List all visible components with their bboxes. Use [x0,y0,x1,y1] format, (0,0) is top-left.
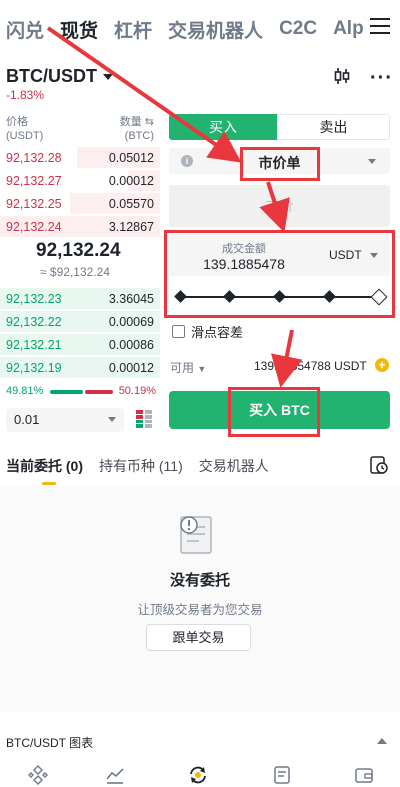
annotation-buy-button-box [228,387,320,437]
home-icon[interactable] [28,765,48,785]
slippage-checkbox[interactable] [172,325,185,338]
buy-ratio: 49.81% [6,385,44,397]
sell-tab[interactable]: 卖出 [277,114,390,140]
bid-row[interactable]: 92,132.21 0.00086 [0,333,160,356]
price-input: 市价 [169,185,390,227]
orderbook-bids: 92,132.23 3.36045 92,132.22 0.00069 92,132.2… [0,287,160,379]
ask-row[interactable]: 92,132.28 0.05012 [0,146,160,169]
ask-price: 92,132.28 [6,150,62,165]
bid-qty: 3.36045 [108,291,154,306]
ask-qty: 0.00012 [108,173,154,188]
bid-row[interactable]: 92,132.19 0.00012 [0,356,160,379]
sell-ratio-bar [85,390,113,394]
ask-qty: 3.12867 [108,219,154,234]
pair-selector[interactable]: BTC/USDT [6,66,113,87]
ask-row[interactable]: 92,132.25 0.05570 [0,192,160,215]
empty-title: 没有委托 [169,572,230,589]
chevron-down-icon [103,74,113,81]
wallet-icon[interactable] [354,765,374,785]
active-tab-indicator [42,482,56,485]
last-price-fiat: ≈ $92,132.24 [40,265,110,279]
annotation-amount-box [164,230,395,318]
bid-price: 92,132.23 [6,291,62,306]
orderbook-qty-header[interactable]: 数量 ⇆ (BTC) [110,115,154,143]
sell-ratio: 50.19% [118,385,156,397]
chevron-down-icon [108,417,116,422]
empty-orders-icon [180,516,212,554]
tick-size-select[interactable]: 0.01 [6,408,124,432]
annotation-order-type-box [240,147,320,181]
bid-row[interactable]: 92,132.22 0.00069 [0,310,160,333]
tab-c2c[interactable]: C2C [279,18,317,40]
add-funds-icon[interactable]: + [375,358,389,372]
orderbook-price-header: 价格 (USDT) [6,116,44,142]
ask-qty: 0.05012 [108,150,154,165]
bid-price: 92,132.19 [6,360,62,375]
orders-tabs: 当前委托 (0) 持有币种 (11) 交易机器人 [6,456,285,476]
pair-symbol: BTC/USDT [6,66,97,86]
more-icon[interactable]: ··· [370,67,393,90]
ask-row[interactable]: 92,132.27 0.00012 [0,169,160,192]
top-nav: 闪兑 现货 杠杆 交易机器人 C2C Alp [0,0,400,58]
slippage-toggle[interactable]: 滑点容差 [172,322,243,341]
bid-price: 92,132.22 [6,314,62,329]
orderbook-layout-icon[interactable] [136,410,152,428]
bid-qty: 0.00012 [108,360,154,375]
tab-alpha[interactable]: Alp [333,18,364,40]
last-price: 92,132.24 [36,240,121,261]
buy-ratio-bar [50,390,83,394]
bottom-nav [0,755,400,787]
ask-price: 92,132.25 [6,196,62,211]
pair-change: -1.83% [6,88,45,102]
bid-qty: 0.00086 [108,337,154,352]
empty-subtitle: 让顶级交易者为您交易 [137,603,263,617]
tab-open-orders[interactable]: 当前委托 (0) [6,456,83,476]
chevron-down-icon [368,159,376,164]
bid-row[interactable]: 92,132.23 3.36045 [0,287,160,310]
side-tabs: 买入 卖出 [169,114,390,140]
chart-toggle[interactable]: BTC/USDT 图表 [6,734,93,751]
available-balance: 139.18854788 USDT [254,359,367,373]
buy-tab[interactable]: 买入 [169,114,277,140]
bid-qty: 0.00069 [108,314,154,329]
tab-spot[interactable]: 现货 [60,16,98,43]
candlestick-chart-icon[interactable] [334,67,350,85]
bid-price: 92,132.21 [6,337,62,352]
ask-qty: 0.05570 [108,196,154,211]
orderbook-asks: 92,132.28 0.05012 92,132.27 0.00012 92,132.2… [0,146,160,238]
menu-icon[interactable] [370,18,390,36]
tab-order-bots[interactable]: 交易机器人 [199,456,269,476]
tab-holdings[interactable]: 持有币种 (11) [99,456,183,476]
futures-icon[interactable] [272,765,292,785]
ask-row[interactable]: 92,132.24 3.12867 [0,215,160,238]
ask-price: 92,132.24 [6,219,62,234]
markets-icon[interactable] [105,765,125,785]
tab-margin[interactable]: 杠杆 [114,16,152,43]
ask-price: 92,132.27 [6,173,62,188]
order-history-icon[interactable] [370,456,388,474]
trade-icon[interactable] [188,765,208,785]
copy-trading-button[interactable]: 跟单交易 [146,624,251,651]
slippage-label: 滑点容差 [191,325,244,340]
available-label[interactable]: 可用 ▼ [170,359,206,376]
tab-trading-bots[interactable]: 交易机器人 [168,16,263,43]
buy-sell-ratio: 49.81% 50.19% [6,385,156,401]
chevron-up-icon[interactable] [377,738,387,744]
tab-convert[interactable]: 闪兑 [6,16,44,43]
